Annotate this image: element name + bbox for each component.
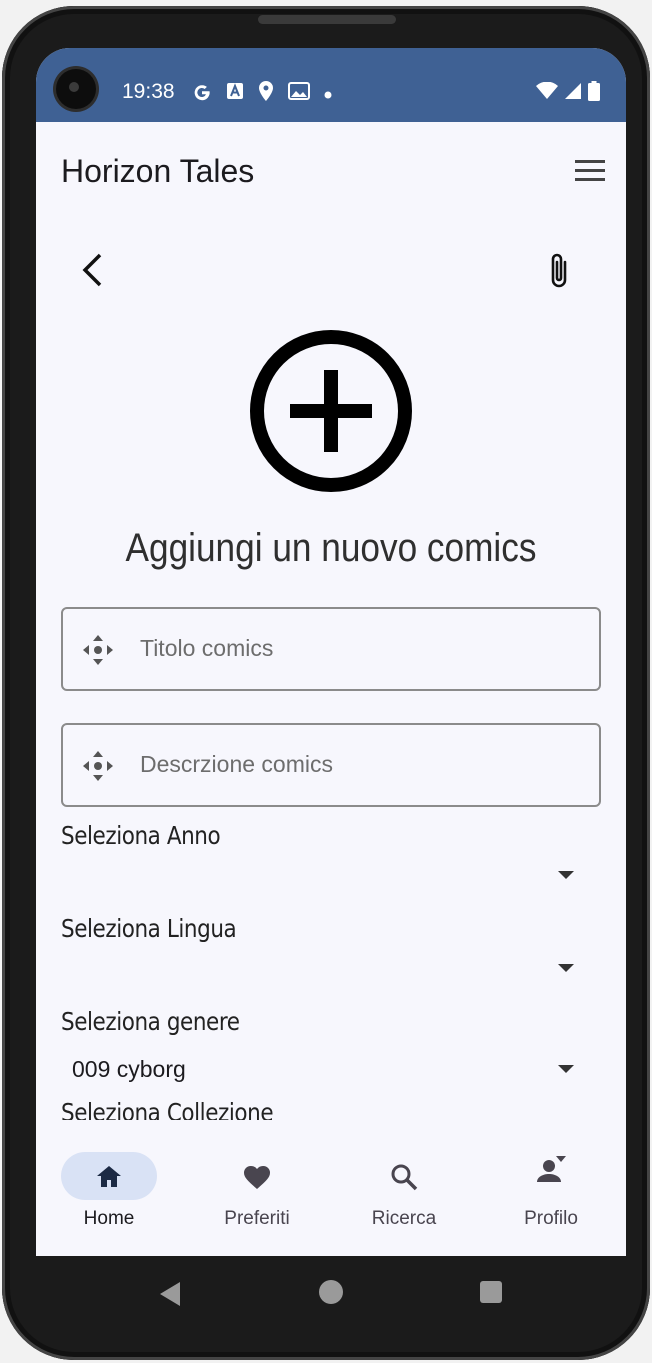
year-label: Seleziona Anno: [61, 821, 221, 850]
genre-dropdown-icon[interactable]: [558, 1065, 574, 1073]
description-placeholder: Descrzione comics: [140, 751, 333, 777]
nav-home-label: Home: [83, 1208, 135, 1229]
system-home-icon[interactable]: [319, 1280, 343, 1304]
dot-icon: [324, 84, 332, 104]
bottom-nav: Home Preferiti Ricerca Profilo: [36, 1120, 626, 1256]
translate-icon: [226, 82, 244, 105]
battery-icon: [588, 81, 600, 106]
nav-favorites[interactable]: Preferiti: [198, 1152, 318, 1232]
profile-icon: [537, 1156, 566, 1182]
status-clock: 19:38: [122, 80, 175, 103]
front-camera: [56, 69, 96, 109]
attachment-icon[interactable]: [546, 251, 574, 291]
system-back-icon[interactable]: [158, 1280, 182, 1308]
system-navigation-bar: [36, 1256, 626, 1332]
menu-icon[interactable]: [575, 160, 605, 182]
genre-label: Seleziona genere: [61, 1007, 240, 1036]
gallery-icon: [288, 82, 310, 105]
year-dropdown-icon[interactable]: [558, 871, 574, 879]
search-icon: [391, 1164, 418, 1191]
language-label: Seleziona Lingua: [61, 914, 237, 943]
description-input[interactable]: Descrzione comics: [61, 723, 601, 807]
nav-home[interactable]: Home: [50, 1152, 170, 1232]
nav-search[interactable]: Ricerca: [345, 1152, 465, 1232]
app-title: Horizon Tales: [61, 153, 255, 189]
system-recents-icon[interactable]: [480, 1281, 502, 1303]
move-icon: [81, 633, 115, 667]
move-icon: [81, 749, 115, 783]
title-placeholder: Titolo comics: [140, 635, 274, 661]
location-icon: [258, 81, 274, 106]
home-icon: [97, 1166, 121, 1187]
title-input[interactable]: Titolo comics: [61, 607, 601, 691]
screen: 19:38 Horizon Tales Aggiungi un nuovo co…: [36, 48, 626, 1256]
nav-profile-label: Profilo: [524, 1208, 578, 1229]
status-bar: 19:38: [36, 48, 626, 122]
nav-search-label: Ricerca: [371, 1208, 437, 1229]
speaker-grille: [258, 15, 396, 24]
language-dropdown-icon[interactable]: [558, 964, 574, 972]
phone-frame: 19:38 Horizon Tales Aggiungi un nuovo co…: [2, 6, 650, 1360]
page-heading: Aggiungi un nuovo comics: [125, 526, 537, 570]
heart-icon: [243, 1165, 271, 1189]
nav-favorites-label: Preferiti: [224, 1208, 290, 1229]
nav-profile[interactable]: Profilo: [492, 1152, 612, 1232]
status-left-icons: [192, 81, 332, 106]
genre-value[interactable]: 009 cyborg: [72, 1056, 186, 1083]
google-icon: [192, 81, 212, 106]
signal-icon: [564, 82, 582, 105]
back-arrow-icon[interactable]: [80, 252, 106, 288]
add-circle-icon[interactable]: [248, 328, 414, 494]
status-right-icons: [536, 81, 600, 106]
wifi-icon: [536, 81, 558, 105]
